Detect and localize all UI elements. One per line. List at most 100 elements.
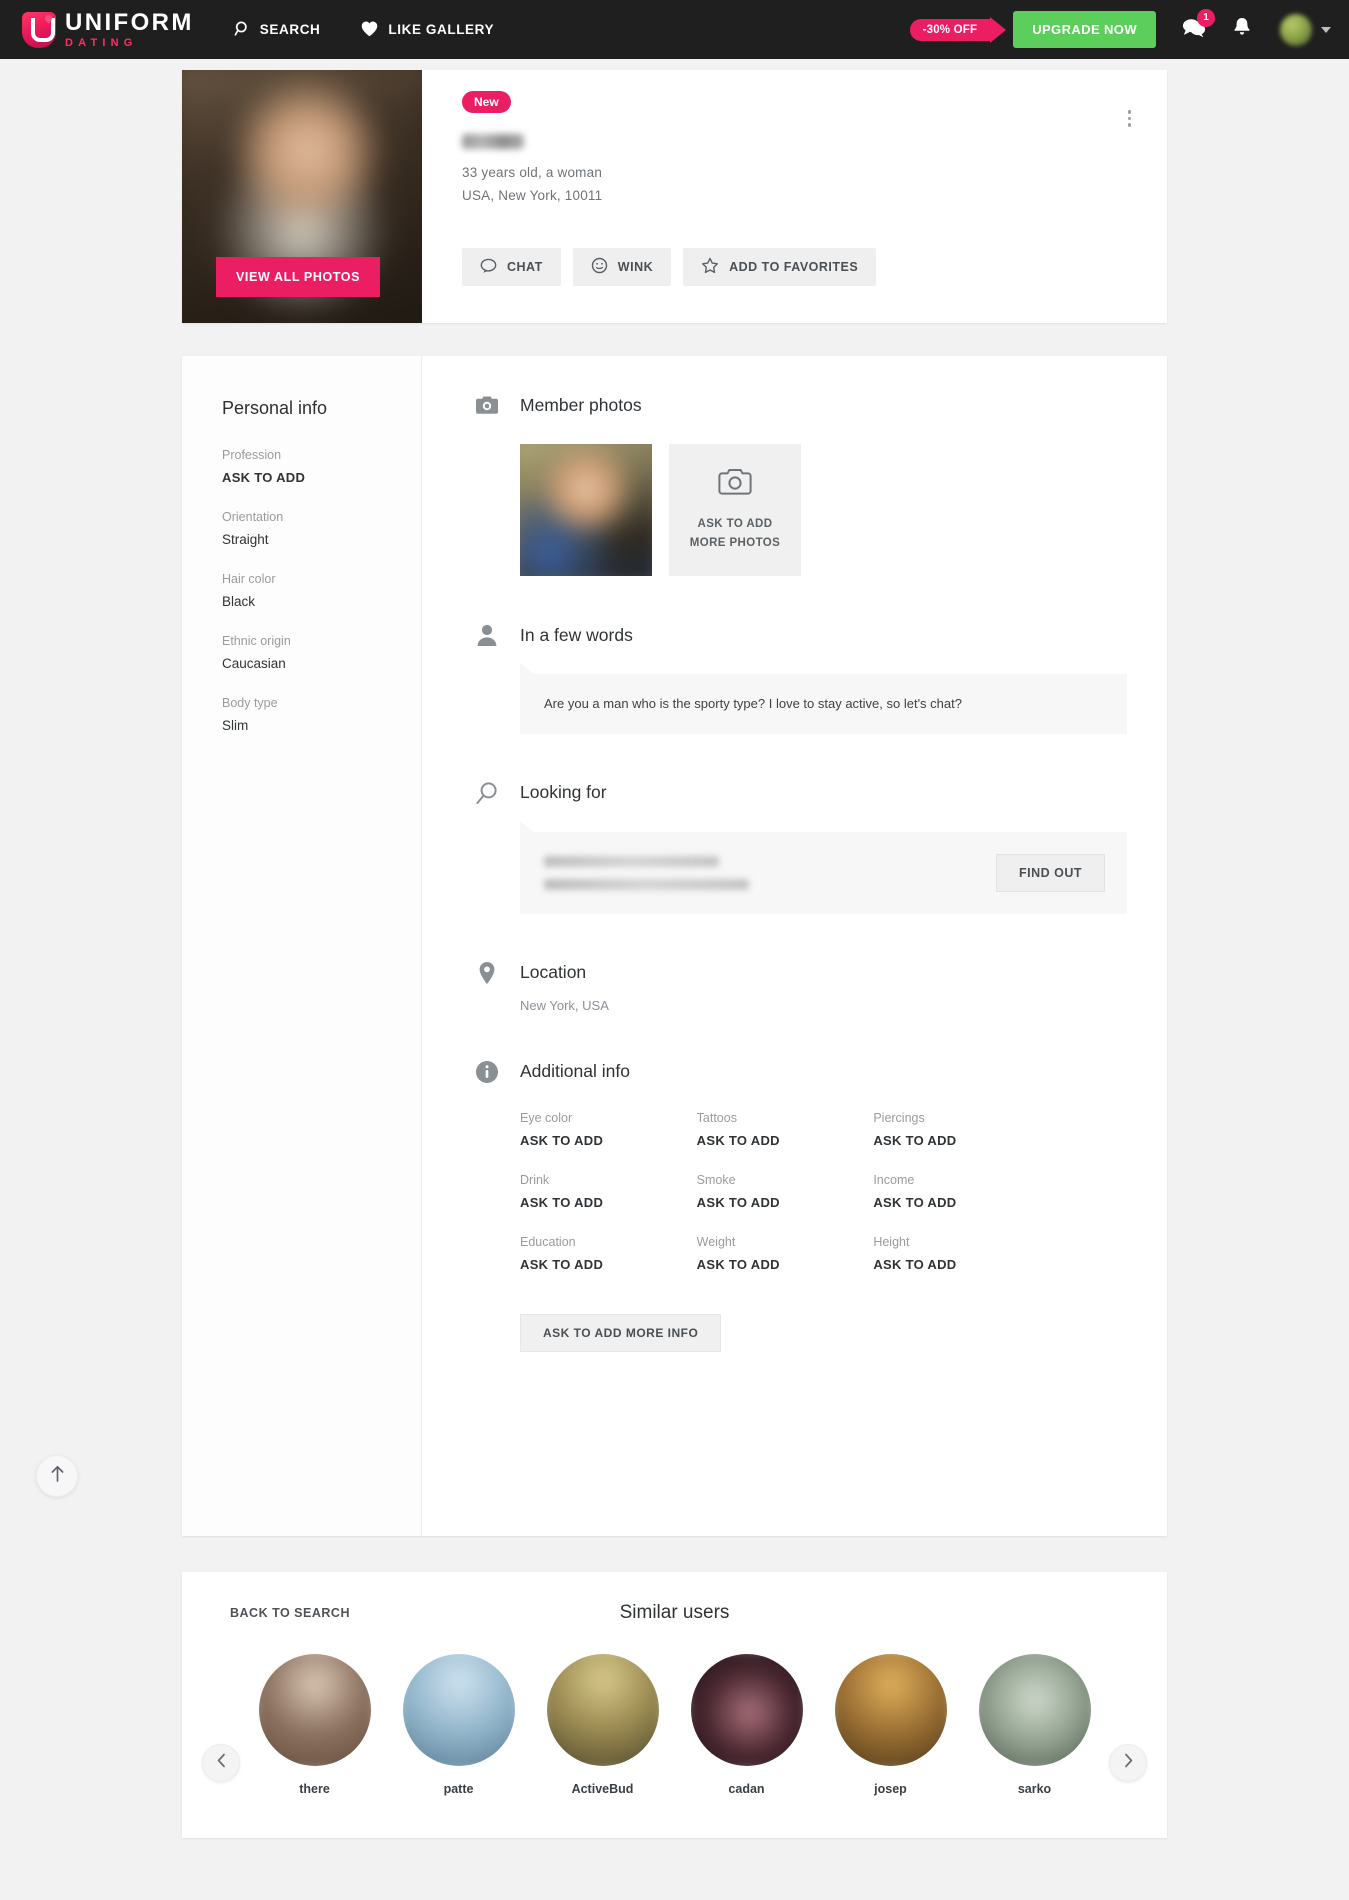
- site-logo[interactable]: UNIFORM DATING: [22, 8, 194, 49]
- info-label: Weight: [696, 1234, 736, 1249]
- info-cell-piercings: Piercings ASK TO ADD: [873, 1111, 1040, 1148]
- sidebar-field-hair-color: Hair color Black: [222, 572, 421, 609]
- similar-users-header: BACK TO SEARCH Similar users: [182, 1602, 1167, 1623]
- section-additional-info: Additional info Eye color ASK TO ADD Tat…: [474, 1059, 1127, 1352]
- info-value[interactable]: ASK TO ADD: [520, 1133, 687, 1148]
- similar-user-card[interactable]: there: [258, 1654, 371, 1796]
- section-header: Location: [474, 960, 1127, 986]
- nav-item-like-gallery-label: LIKE GALLERY: [388, 22, 495, 37]
- field-label: Ethnic origin: [222, 634, 291, 648]
- messages-unread-badge: 1: [1197, 8, 1215, 27]
- content-wrapper: VIEW ALL PHOTOS New 33 years old, a woma…: [182, 70, 1167, 1838]
- similar-user-name: cadan: [728, 1782, 765, 1796]
- info-value[interactable]: ASK TO ADD: [697, 1133, 864, 1148]
- ask-to-add-more-info-button[interactable]: ASK TO ADD MORE INFO: [520, 1313, 722, 1352]
- chevron-left-icon: [216, 1753, 227, 1773]
- personal-info-sidebar: Personal info Profession ASK TO ADD Orie…: [182, 356, 422, 1536]
- smiley-icon: [591, 257, 608, 277]
- blurred-line: [544, 855, 719, 867]
- sidebar-field-profession: Profession ASK TO ADD: [222, 448, 421, 485]
- info-label: Income: [873, 1172, 915, 1187]
- info-cell-height: Height ASK TO ADD: [873, 1235, 1040, 1272]
- nav-item-search-label: SEARCH: [259, 22, 321, 37]
- similar-user-avatar: [978, 1654, 1091, 1766]
- similar-user-name: sarko: [1017, 1782, 1052, 1796]
- logo-secondary-text: DATING: [65, 36, 138, 49]
- new-badge: New: [462, 91, 511, 113]
- similar-user-card[interactable]: josep: [834, 1654, 947, 1796]
- magnifier-icon: [474, 780, 500, 806]
- logo-primary-text: UNIFORM: [65, 8, 194, 36]
- info-cell-income: Income ASK TO ADD: [873, 1173, 1040, 1210]
- find-out-button[interactable]: FIND OUT: [995, 853, 1105, 892]
- header-right-controls: -30% OFF UPGRADE NOW 1: [909, 8, 1331, 48]
- user-menu[interactable]: [1280, 13, 1331, 46]
- info-label: Eye color: [520, 1110, 573, 1125]
- profile-hero-photo[interactable]: VIEW ALL PHOTOS: [182, 70, 422, 323]
- field-label: Profession: [222, 448, 282, 462]
- info-value[interactable]: ASK TO ADD: [520, 1195, 687, 1210]
- info-value[interactable]: ASK TO ADD: [520, 1257, 687, 1272]
- blurred-line: [544, 878, 749, 890]
- profile-details-card: Personal info Profession ASK TO ADD Orie…: [182, 356, 1167, 1536]
- field-value: Straight: [222, 532, 269, 547]
- similar-user-card[interactable]: ActiveBud: [546, 1654, 659, 1796]
- wink-button[interactable]: WINK: [572, 248, 672, 286]
- member-photos-grid: ASK TO ADD MORE PHOTOS: [520, 444, 1127, 576]
- section-looking-for: Looking for FIND OUT: [474, 780, 1127, 914]
- avatar-image: [546, 1654, 659, 1766]
- similar-user-card[interactable]: cadan: [690, 1654, 803, 1796]
- section-title: Looking for: [520, 782, 607, 802]
- info-value[interactable]: ASK TO ADD: [873, 1257, 1040, 1272]
- star-icon: [701, 257, 719, 277]
- section-header: Looking for: [474, 780, 1127, 806]
- similar-user-name: josep: [874, 1782, 907, 1796]
- info-value[interactable]: ASK TO ADD: [873, 1195, 1040, 1210]
- more-options-button[interactable]: [1127, 110, 1131, 127]
- profile-username: [462, 134, 524, 149]
- notifications-button[interactable]: [1232, 16, 1252, 43]
- messages-button[interactable]: 1: [1182, 8, 1215, 43]
- info-value[interactable]: ASK TO ADD: [873, 1133, 1040, 1148]
- info-value[interactable]: ASK TO ADD: [697, 1257, 864, 1272]
- nav-item-like-gallery[interactable]: LIKE GALLERY: [360, 20, 494, 40]
- info-cell-drink: Drink ASK TO ADD: [520, 1173, 687, 1210]
- sidebar-field-body-type: Body type Slim: [222, 696, 421, 733]
- similar-user-card[interactable]: patte: [402, 1654, 515, 1796]
- chat-button-label: CHAT: [507, 260, 543, 274]
- chat-button[interactable]: CHAT: [462, 248, 561, 286]
- add-to-favorites-button[interactable]: ADD TO FAVORITES: [683, 248, 877, 286]
- person-icon: [474, 622, 500, 648]
- scroll-to-top-button[interactable]: [36, 1455, 78, 1497]
- similar-user-card[interactable]: sarko: [978, 1654, 1091, 1796]
- logo-wordmark: UNIFORM DATING: [65, 8, 194, 49]
- photo-thumbnail-image: [520, 444, 652, 576]
- field-value: Black: [222, 594, 256, 609]
- ask-to-add-photos-tile[interactable]: ASK TO ADD MORE PHOTOS: [669, 444, 801, 576]
- camera-icon: [474, 392, 500, 418]
- avatar-image: [834, 1654, 947, 1766]
- heart-icon: [360, 20, 379, 40]
- section-title: Member photos: [520, 394, 642, 415]
- similar-user-avatar: [690, 1654, 803, 1766]
- similar-user-name: ActiveBud: [571, 1782, 634, 1796]
- profile-header-card: VIEW ALL PHOTOS New 33 years old, a woma…: [182, 70, 1167, 323]
- chevron-down-icon: [1321, 26, 1331, 33]
- field-label: Orientation: [222, 510, 284, 524]
- upgrade-now-button[interactable]: UPGRADE NOW: [1013, 11, 1156, 48]
- sidebar-field-orientation: Orientation Straight: [222, 510, 421, 547]
- map-pin-icon: [474, 960, 500, 986]
- field-value[interactable]: ASK TO ADD: [222, 470, 421, 485]
- view-all-photos-button[interactable]: VIEW ALL PHOTOS: [216, 257, 381, 297]
- nav-item-search[interactable]: SEARCH: [234, 20, 321, 40]
- section-title: Location: [520, 962, 587, 982]
- info-value[interactable]: ASK TO ADD: [697, 1195, 864, 1210]
- carousel-next-button[interactable]: [1109, 1744, 1147, 1782]
- wink-button-label: WINK: [617, 260, 654, 274]
- section-title: Additional info: [520, 1061, 630, 1081]
- photo-thumbnail[interactable]: [520, 444, 652, 576]
- sidebar-field-ethnic-origin: Ethnic origin Caucasian: [222, 634, 421, 671]
- similar-user-name: patte: [443, 1782, 474, 1796]
- carousel-prev-button[interactable]: [202, 1744, 240, 1782]
- info-label: Drink: [520, 1172, 550, 1187]
